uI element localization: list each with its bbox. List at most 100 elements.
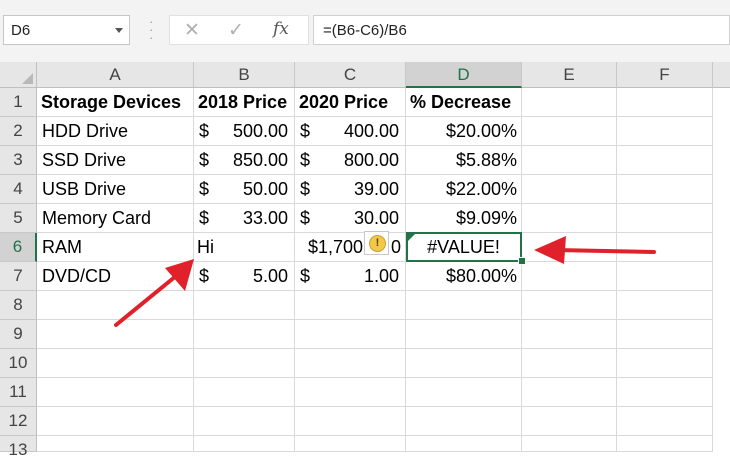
cell-d5[interactable]: $9.09%	[406, 204, 522, 233]
cell-e3[interactable]	[522, 146, 617, 175]
cell-c8[interactable]	[295, 291, 406, 320]
cell-a6[interactable]: RAM	[37, 233, 194, 262]
cell-b8[interactable]	[194, 291, 295, 320]
cell-a13[interactable]	[37, 436, 194, 452]
cell-c13[interactable]	[295, 436, 406, 452]
cell-f2[interactable]	[617, 117, 713, 146]
cell-f4[interactable]	[617, 175, 713, 204]
row-header-8[interactable]: 8	[0, 291, 37, 320]
formula-bar-separator-icon[interactable]: · · ·	[149, 15, 153, 44]
cell-f12[interactable]	[617, 407, 713, 436]
cell-f8[interactable]	[617, 291, 713, 320]
row-header-12[interactable]: 12	[0, 407, 37, 436]
cell-f3[interactable]	[617, 146, 713, 175]
cell-b5[interactable]: $33.00	[194, 204, 295, 233]
row-header-13[interactable]: 13	[0, 436, 37, 459]
column-header-a[interactable]: A	[37, 62, 194, 88]
cell-f1[interactable]	[617, 88, 713, 117]
column-header-b[interactable]: B	[194, 62, 295, 88]
cell-e1[interactable]	[522, 88, 617, 117]
column-header-e[interactable]: E	[522, 62, 617, 88]
cancel-icon[interactable]: ✕	[184, 19, 200, 42]
row-header-10[interactable]: 10	[0, 349, 37, 378]
cell-e12[interactable]	[522, 407, 617, 436]
cell-e8[interactable]	[522, 291, 617, 320]
cell-e13[interactable]	[522, 436, 617, 452]
cell-f9[interactable]	[617, 320, 713, 349]
cell-f5[interactable]	[617, 204, 713, 233]
cell-d1[interactable]: % Decrease	[406, 88, 522, 117]
cell-d8[interactable]	[406, 291, 522, 320]
cell-b6[interactable]: Hi	[194, 233, 295, 262]
cell-d9[interactable]	[406, 320, 522, 349]
cell-c3[interactable]: $800.00	[295, 146, 406, 175]
cell-a9[interactable]	[37, 320, 194, 349]
cell-e2[interactable]	[522, 117, 617, 146]
cell-c1[interactable]: 2020 Price	[295, 88, 406, 117]
enter-icon[interactable]: ✓	[228, 19, 244, 42]
cell-c5[interactable]: $30.00	[295, 204, 406, 233]
cell-c9[interactable]	[295, 320, 406, 349]
cell-d11[interactable]	[406, 378, 522, 407]
cell-d10[interactable]	[406, 349, 522, 378]
cell-a10[interactable]	[37, 349, 194, 378]
column-header-f[interactable]: F	[617, 62, 713, 88]
error-checking-button[interactable]: !	[364, 231, 389, 255]
cell-b1[interactable]: 2018 Price	[194, 88, 295, 117]
row-header-1[interactable]: 1	[0, 88, 37, 117]
cell-b4[interactable]: $50.00	[194, 175, 295, 204]
cell-e4[interactable]	[522, 175, 617, 204]
cell-d7[interactable]: $80.00%	[406, 262, 522, 291]
cell-b7[interactable]: $5.00	[194, 262, 295, 291]
cell-f6[interactable]	[617, 233, 713, 262]
row-header-9[interactable]: 9	[0, 320, 37, 349]
cell-c12[interactable]	[295, 407, 406, 436]
row-header-2[interactable]: 2	[0, 117, 37, 146]
cell-b10[interactable]	[194, 349, 295, 378]
cell-c6[interactable]: $1,700 0	[295, 233, 406, 262]
cell-d13[interactable]	[406, 436, 522, 452]
fill-handle[interactable]	[518, 257, 526, 265]
cell-d4[interactable]: $22.00%	[406, 175, 522, 204]
column-header-c[interactable]: C	[295, 62, 406, 88]
row-header-5[interactable]: 5	[0, 204, 37, 233]
select-all-button[interactable]	[0, 62, 37, 88]
cell-e10[interactable]	[522, 349, 617, 378]
cell-d3[interactable]: $5.88%	[406, 146, 522, 175]
cell-b12[interactable]	[194, 407, 295, 436]
cell-a12[interactable]	[37, 407, 194, 436]
cell-f10[interactable]	[617, 349, 713, 378]
cell-f11[interactable]	[617, 378, 713, 407]
cell-a2[interactable]: HDD Drive	[37, 117, 194, 146]
cell-c2[interactable]: $400.00	[295, 117, 406, 146]
cell-a1[interactable]: Storage Devices	[37, 88, 194, 117]
cell-f7[interactable]	[617, 262, 713, 291]
cell-e11[interactable]	[522, 378, 617, 407]
cell-d2[interactable]: $20.00%	[406, 117, 522, 146]
cell-a8[interactable]	[37, 291, 194, 320]
cell-b3[interactable]: $850.00	[194, 146, 295, 175]
cell-b13[interactable]	[194, 436, 295, 452]
insert-function-icon[interactable]: fx	[273, 19, 289, 39]
cell-a5[interactable]: Memory Card	[37, 204, 194, 233]
row-header-7[interactable]: 7	[0, 262, 37, 291]
chevron-down-icon[interactable]	[115, 28, 123, 33]
cell-a3[interactable]: SSD Drive	[37, 146, 194, 175]
cell-e5[interactable]	[522, 204, 617, 233]
cell-e6[interactable]	[522, 233, 617, 262]
cell-c4[interactable]: $39.00	[295, 175, 406, 204]
cell-e9[interactable]	[522, 320, 617, 349]
row-header-11[interactable]: 11	[0, 378, 37, 407]
cell-b2[interactable]: $500.00	[194, 117, 295, 146]
cell-d12[interactable]	[406, 407, 522, 436]
cell-c11[interactable]	[295, 378, 406, 407]
name-box[interactable]: D6	[3, 15, 130, 45]
row-header-3[interactable]: 3	[0, 146, 37, 175]
cell-b9[interactable]	[194, 320, 295, 349]
cell-a4[interactable]: USB Drive	[37, 175, 194, 204]
cell-b11[interactable]	[194, 378, 295, 407]
row-header-6[interactable]: 6	[0, 233, 37, 262]
formula-input[interactable]: =(B6-C6)/B6	[313, 15, 730, 45]
cell-e7[interactable]	[522, 262, 617, 291]
cell-c10[interactable]	[295, 349, 406, 378]
